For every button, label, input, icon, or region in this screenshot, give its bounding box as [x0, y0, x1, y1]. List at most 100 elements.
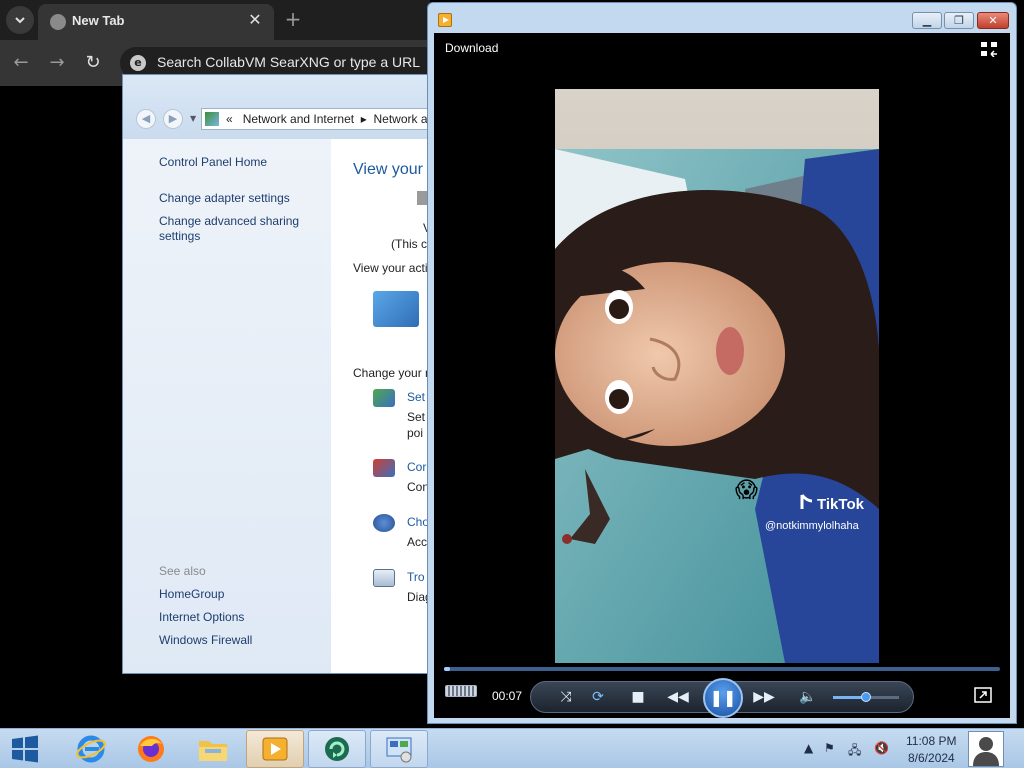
troubleshoot-link[interactable]: Tro [407, 570, 425, 584]
back-arrow-icon[interactable]: ◀ [136, 109, 156, 129]
taskbar: ▲ ⚑ 🖧 🔇 11:08 PM 8/6/2024 [0, 728, 1024, 768]
windows-firewall-link[interactable]: Windows Firewall [159, 633, 252, 648]
reload-icon[interactable]: ↻ [82, 52, 104, 74]
seek-bar[interactable] [444, 667, 1000, 671]
seek-bar-fill [444, 667, 450, 671]
volume-slider-knob[interactable] [861, 692, 871, 702]
user-silhouette-icon [973, 737, 999, 766]
search-engine-icon: e [130, 55, 146, 71]
elapsed-time: 00:07 [492, 689, 523, 703]
setup-connection-icon [373, 389, 395, 407]
firefox-icon [138, 736, 164, 762]
browser-tab[interactable]: New Tab ✕ [38, 4, 274, 40]
clock-time[interactable]: 11:08 PM [906, 734, 956, 748]
system-tray: ▲ ⚑ 🖧 🔇 11:08 PM 8/6/2024 [800, 729, 1024, 768]
close-tab-icon[interactable]: ✕ [246, 11, 264, 29]
firefox-taskbar-button[interactable] [122, 730, 180, 768]
user-avatar[interactable] [968, 731, 1004, 767]
control-panel-task-pane: Control Panel Home Change adapter settin… [123, 139, 331, 673]
forward-arrow-icon[interactable]: → [46, 52, 68, 74]
control-panel-address-area: ◀ ▶ ▼ « Network and Internet ▸ Network a [123, 75, 429, 139]
setup-connection-desc-2: poi [407, 426, 424, 440]
see-also-heading: See also [159, 564, 206, 578]
control-panel-main-pane: View your V (This c View your acti Chang… [331, 139, 430, 673]
recent-pages-dropdown-icon[interactable]: ▼ [190, 114, 196, 123]
view-active-networks-heading: View your acti [353, 261, 428, 275]
globe-icon [50, 14, 66, 30]
tab-search-button[interactable] [6, 6, 34, 34]
change-adapter-settings-link[interactable]: Change adapter settings [159, 191, 290, 206]
change-advanced-sharing-link[interactable]: Change advanced sharing settings [159, 214, 309, 244]
setup-connection-link[interactable]: Set [407, 390, 425, 404]
tiktok-handle: @notkimmylolhaha [765, 520, 860, 532]
circular-arrow-app-icon [325, 737, 349, 761]
chevron-down-icon [15, 17, 25, 24]
internet-explorer-taskbar-button[interactable] [62, 730, 120, 768]
media-player-titlebar[interactable]: ▁ ❐ ✕ [428, 3, 1016, 33]
tab-title: New Tab [72, 13, 125, 28]
pause-button[interactable]: ❚❚ [703, 678, 743, 718]
breadcrumb-network-and-sharing[interactable]: Network a [373, 112, 427, 126]
file-explorer-taskbar-button[interactable] [184, 730, 242, 768]
control-panel-taskbar-button[interactable] [370, 730, 428, 768]
restore-button[interactable]: ❐ [944, 12, 974, 29]
volume-slider[interactable] [833, 692, 899, 702]
address-bar-placeholder: Search CollabVM SearXNG or type a URL [157, 54, 420, 70]
action-center-flag-icon[interactable]: ⚑ [824, 741, 835, 755]
video-frame[interactable]: 😱 TikTok @notkimmylolhaha [555, 89, 879, 663]
page-title: View your [353, 161, 423, 178]
connect-network-link[interactable]: Cor [407, 460, 426, 474]
video-picture: 😱 TikTok @notkimmylolhaha [555, 89, 879, 663]
media-player-window: ▁ ❐ ✕ Download 😱 TikTok @notkimmylolhaha… [427, 2, 1017, 724]
connect-network-desc: Con [407, 480, 430, 494]
media-player-content: Download 😱 TikTok @notkimmylolhaha 00:07… [434, 33, 1010, 718]
change-networking-settings-heading: Change your n [353, 366, 430, 380]
network-control-panel-icon [386, 737, 412, 763]
breadcrumb[interactable]: « Network and Internet ▸ Network a [201, 108, 429, 130]
windows-start-icon[interactable] [10, 735, 40, 763]
homegroup-icon [373, 514, 395, 532]
playback-controls: 00:07 ⤨ ⟳ ■ ◀◀ ❚❚ ▶▶ 🔈 [434, 675, 1010, 718]
volume-muted-icon[interactable]: 🔇 [874, 741, 889, 755]
visualization-handle[interactable] [445, 685, 477, 697]
shuffle-icon[interactable]: ⤨ [555, 686, 577, 708]
switch-to-now-playing-icon[interactable] [974, 687, 992, 703]
new-tab-button[interactable]: + [282, 8, 304, 30]
troubleshoot-icon [373, 569, 395, 587]
media-player-icon [262, 737, 288, 761]
setup-connection-desc: Set [407, 410, 426, 424]
homegroup-options-link[interactable]: Cho [407, 515, 429, 529]
computer-icon [417, 191, 427, 205]
control-panel-home-link[interactable]: Control Panel Home [159, 155, 267, 170]
homegroup-link[interactable]: HomeGroup [159, 587, 224, 602]
folder-icon [199, 741, 227, 761]
emoji-overlay: 😱 [735, 478, 758, 503]
browser-tab-strip: New Tab ✕ + [0, 0, 430, 40]
clock-date[interactable]: 8/6/2024 [908, 751, 955, 765]
internet-explorer-icon [76, 735, 106, 763]
switch-to-library-icon[interactable] [980, 41, 998, 57]
forward-arrow-icon[interactable]: ▶ [163, 109, 183, 129]
stop-icon[interactable]: ■ [627, 686, 649, 708]
back-arrow-icon[interactable]: ← [10, 52, 32, 74]
volume-icon[interactable]: 🔈 [797, 686, 819, 708]
transport-bar: ⤨ ⟳ ■ ◀◀ ❚❚ ▶▶ 🔈 [530, 678, 914, 718]
internet-options-link[interactable]: Internet Options [159, 610, 244, 625]
network-folder-icon [205, 112, 219, 126]
control-panel-window: ◀ ▶ ▼ « Network and Internet ▸ Network a… [122, 74, 430, 674]
breadcrumb-network-and-internet[interactable]: Network and Internet [243, 112, 354, 126]
close-window-button[interactable]: ✕ [977, 12, 1009, 29]
next-icon[interactable]: ▶▶ [751, 686, 777, 708]
download-link[interactable]: Download [445, 41, 498, 55]
media-player-taskbar-button[interactable] [246, 730, 304, 768]
connect-network-icon [373, 459, 395, 477]
repeat-icon[interactable]: ⟳ [587, 686, 609, 708]
network-status-icon[interactable]: 🖧 [848, 741, 861, 762]
breadcrumb-overflow[interactable]: « [226, 112, 233, 126]
show-hidden-icons-icon[interactable]: ▲ [804, 741, 813, 755]
previous-icon[interactable]: ◀◀ [665, 686, 691, 708]
remote-app-taskbar-button[interactable] [308, 730, 366, 768]
breadcrumb-separator: ▸ [360, 112, 367, 126]
media-player-app-icon [438, 13, 452, 27]
minimize-button[interactable]: ▁ [912, 12, 942, 29]
